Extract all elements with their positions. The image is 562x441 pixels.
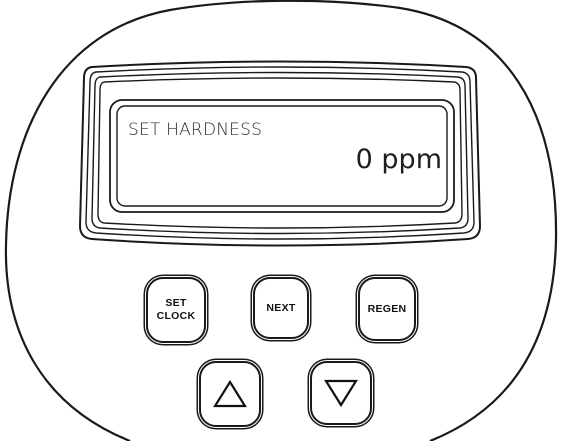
down-button[interactable] — [310, 361, 372, 425]
next-button[interactable]: NEXT — [253, 277, 309, 339]
up-triangle-icon — [213, 379, 247, 408]
down-triangle-icon — [324, 379, 358, 408]
controller-panel — [4, 0, 558, 441]
set-clock-button[interactable]: SET CLOCK — [146, 277, 206, 343]
regen-button-label: REGEN — [367, 302, 407, 315]
up-button[interactable] — [199, 361, 261, 427]
set-clock-button-label: SET CLOCK — [156, 297, 196, 322]
next-button-label: NEXT — [266, 301, 296, 314]
regen-button[interactable]: REGEN — [358, 277, 416, 341]
display-label: SET HARDNESS — [128, 120, 263, 140]
display-value: 0 ppm — [355, 144, 442, 175]
